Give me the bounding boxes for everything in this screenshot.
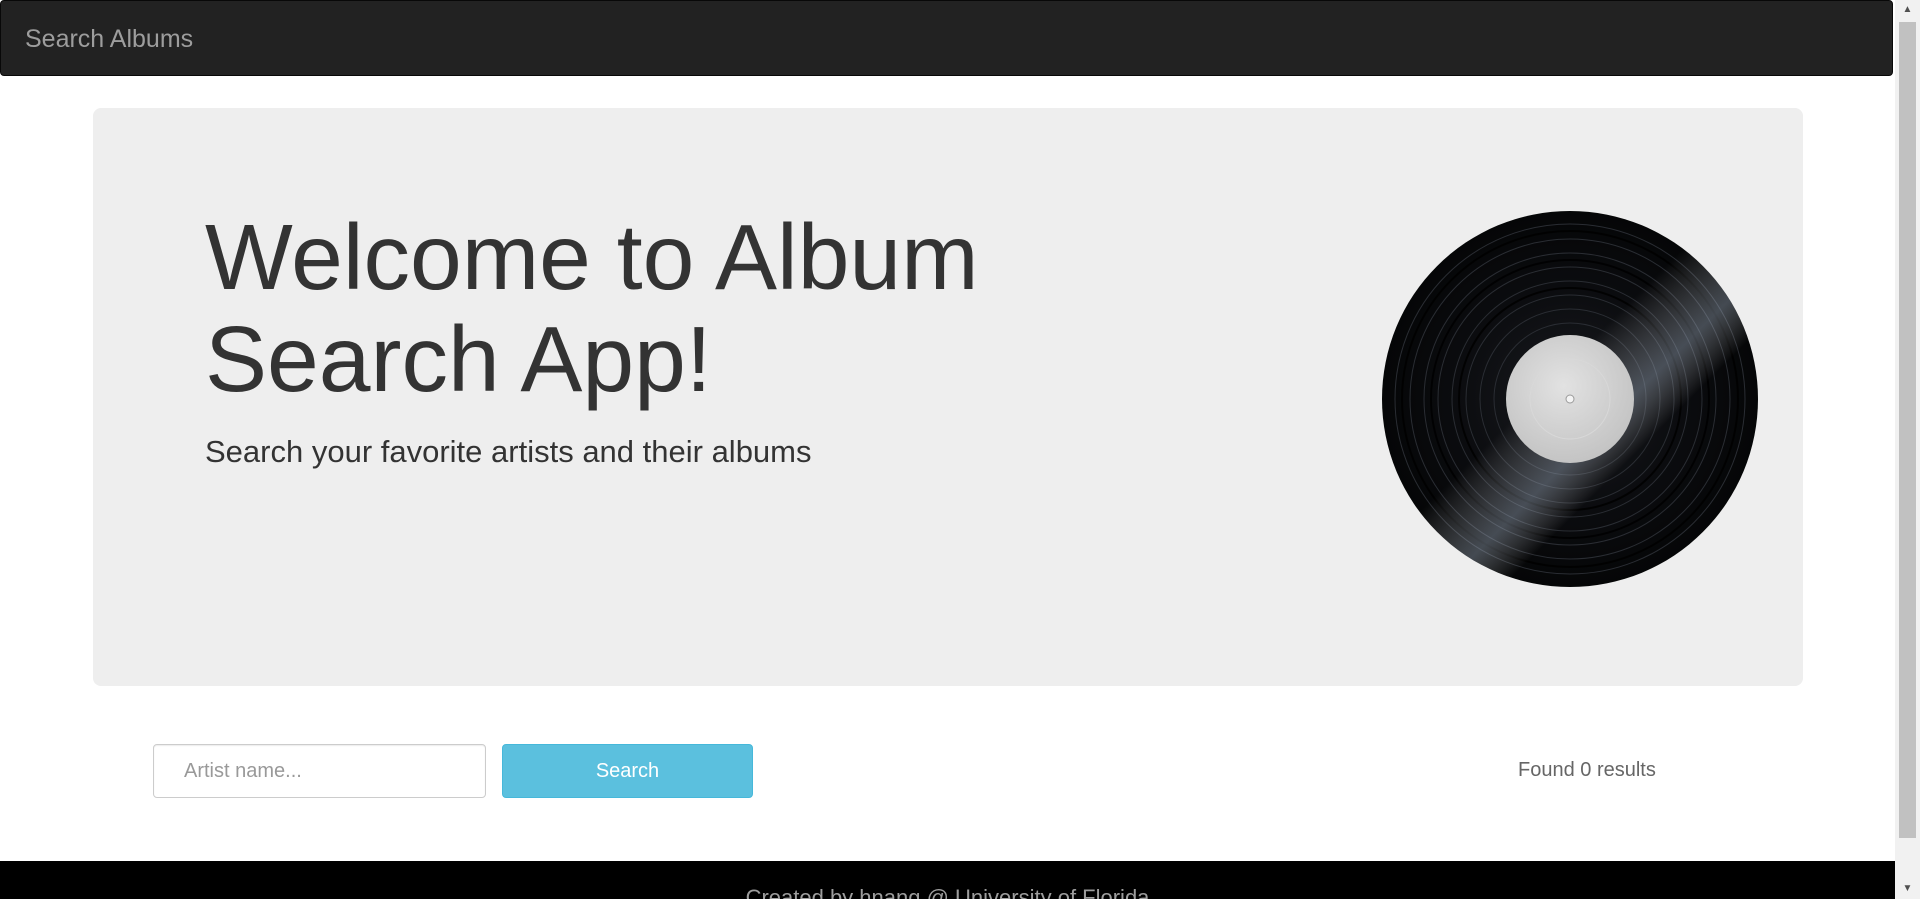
footer: Created by hnang @ University of Florida [0,861,1895,899]
page-subtitle: Search your favorite artists and their a… [205,434,812,469]
vinyl-record-icon [1382,211,1758,587]
scroll-down-arrow-icon[interactable]: ▼ [1895,879,1920,899]
footer-credit-text: Created by hnang @ University of Florida [745,885,1150,899]
artist-search-input[interactable] [153,744,486,798]
search-button[interactable]: Search [502,744,753,798]
scrollbar-thumb[interactable] [1899,22,1916,838]
scroll-up-arrow-icon[interactable]: ▲ [1895,0,1920,20]
navbar: Search Albums [0,0,1893,76]
results-count: Found 0 results [1518,759,1656,781]
jumbotron: Welcome to Album Search App! Search your… [93,108,1803,686]
main-content: Search Albums Welcome to Album Search Ap… [0,0,1895,899]
vertical-scrollbar[interactable]: ▲ ▼ [1895,0,1920,899]
page-title: Welcome to Album Search App! [205,205,979,411]
navbar-brand-link[interactable]: Search Albums [25,23,193,55]
page: Search Albums Welcome to Album Search Ap… [0,0,1920,899]
